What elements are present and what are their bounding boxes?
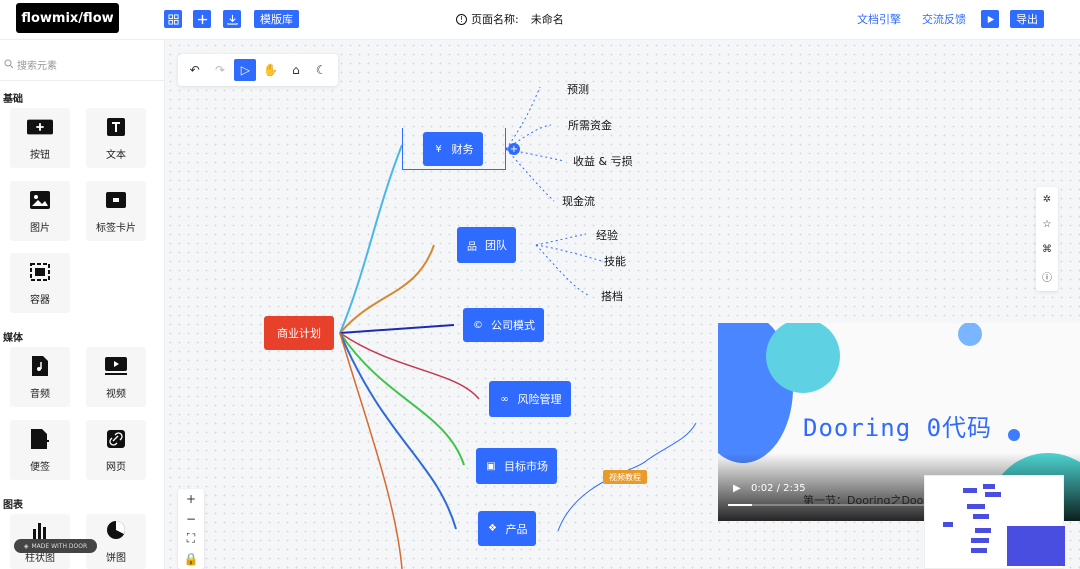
door-icon: ◈ — [23, 542, 29, 550]
search-icon — [4, 59, 14, 69]
node-root[interactable]: 商业计划 — [264, 316, 334, 350]
node-product[interactable]: ❖ 产品 — [478, 511, 536, 546]
team-icon: 品 — [467, 241, 477, 253]
section-basic: 基础 — [3, 94, 23, 105]
leaf-funding[interactable]: 所需资金 — [568, 117, 612, 133]
top-header: flowmix/flow 模版库 ! 页面名称: 未命名 文档引擎 交流反馈 导… — [0, 0, 1080, 40]
element-sidebar: 搜索元素 基础 按钮 文本 图片 标签卡片 容器 媒体 音频 视频 便签 网页 … — [0, 40, 165, 569]
element-audio[interactable]: 音频 — [10, 347, 70, 407]
button-icon — [27, 119, 53, 134]
settings-icon[interactable]: ✲ — [1043, 194, 1051, 205]
section-media: 媒体 — [3, 333, 23, 344]
container-icon — [30, 262, 50, 281]
add-button[interactable] — [193, 10, 211, 28]
download-icon — [226, 14, 238, 25]
mindmap-canvas[interactable]: ↶ ↷ ▷ ✋ ⌂ ☾ + 商业计划 ¥ 财务 品 团队 © 公司模式 ∞ 风险… — [166, 41, 1080, 569]
video-time: 0:02 / 2:35 — [751, 483, 806, 494]
add-child-button[interactable]: + — [508, 143, 520, 155]
node-team[interactable]: 品 团队 — [457, 227, 516, 263]
star-icon[interactable]: ☆ — [1043, 219, 1052, 230]
video-progress-fill — [728, 504, 752, 506]
video-play-icon[interactable]: ▶ — [733, 483, 741, 494]
bar-chart-icon — [33, 523, 46, 539]
grid-icon — [167, 13, 179, 25]
search-placeholder: 搜索元素 — [17, 60, 57, 72]
minimap[interactable] — [924, 475, 1065, 569]
docs-link[interactable]: 文档引擎 — [857, 11, 901, 27]
element-tag-card[interactable]: 标签卡片 — [86, 181, 146, 241]
note-icon — [31, 428, 49, 449]
element-button[interactable]: 按钮 — [10, 108, 70, 168]
risk-icon: ∞ — [500, 393, 509, 405]
zoom-controls: + − ⛶ 🔒 — [178, 489, 204, 569]
audio-icon — [32, 355, 48, 376]
leaf-experience[interactable]: 经验 — [596, 227, 618, 243]
webpage-icon — [107, 429, 125, 448]
layout-button[interactable] — [164, 10, 182, 28]
template-library-button[interactable]: 模版库 — [254, 10, 299, 28]
lock-icon[interactable]: 🔒 — [184, 552, 199, 566]
fit-view-button[interactable]: ⛶ — [187, 531, 195, 546]
zoom-in-button[interactable]: + — [186, 492, 196, 506]
element-webpage[interactable]: 网页 — [86, 420, 146, 480]
video-banner: Dooring 0代码 — [803, 414, 993, 442]
feedback-link[interactable]: 交流反馈 — [922, 11, 966, 27]
page-name-value[interactable]: 未命名 — [531, 11, 564, 27]
element-video[interactable]: 视频 — [86, 347, 146, 407]
node-risk[interactable]: ∞ 风险管理 — [489, 381, 571, 417]
app-logo[interactable]: flowmix/flow — [16, 3, 119, 33]
section-chart: 图表 — [3, 500, 23, 511]
element-image[interactable]: 图片 — [10, 181, 70, 241]
made-with-badge[interactable]: ◈ MADE WITH DOOR — [14, 539, 97, 553]
right-toolbar: ✲ ☆ ⌘ ⓘ — [1036, 187, 1058, 291]
page-name-label: 页面名称: — [471, 13, 519, 26]
text-icon — [107, 117, 125, 136]
element-note[interactable]: 便签 — [10, 420, 70, 480]
element-text[interactable]: 文本 — [86, 108, 146, 168]
element-container[interactable]: 容器 — [10, 253, 70, 313]
leaf-forecast[interactable]: 预测 — [567, 81, 589, 97]
node-finance[interactable]: ¥ 财务 — [423, 132, 483, 166]
tag-card-icon — [106, 191, 126, 208]
money-icon: ¥ — [435, 143, 442, 155]
plus-icon — [197, 14, 207, 24]
product-icon: ❖ — [488, 523, 497, 534]
play-icon — [987, 15, 994, 23]
info-icon: ! — [456, 13, 467, 25]
download-button[interactable] — [223, 10, 241, 28]
preview-button[interactable] — [981, 10, 999, 28]
leaf-skills[interactable]: 技能 — [604, 253, 626, 269]
help-icon[interactable]: ⓘ — [1042, 269, 1052, 284]
export-button[interactable]: 导出 — [1010, 10, 1044, 28]
pie-chart-icon — [107, 521, 125, 539]
node-company-model[interactable]: © 公司模式 — [463, 308, 544, 342]
video-progress[interactable] — [728, 504, 928, 506]
layout-icon[interactable]: ⌘ — [1042, 244, 1052, 255]
company-icon: © — [473, 319, 483, 331]
node-market[interactable]: ▣ 目标市场 — [476, 448, 557, 484]
leaf-profit-loss[interactable]: 收益 & 亏损 — [573, 153, 633, 169]
leaf-cashflow[interactable]: 现金流 — [562, 193, 595, 209]
image-icon — [30, 190, 50, 209]
search-input[interactable]: 搜索元素 — [4, 56, 160, 72]
leaf-partner[interactable]: 搭档 — [601, 288, 623, 304]
video-tutorial-tag[interactable]: 视频教程 — [603, 470, 647, 484]
page-name: ! 页面名称: 未命名 — [456, 11, 564, 27]
market-icon: ▣ — [486, 460, 496, 472]
video-icon — [105, 356, 127, 375]
zoom-out-button[interactable]: − — [186, 512, 196, 526]
